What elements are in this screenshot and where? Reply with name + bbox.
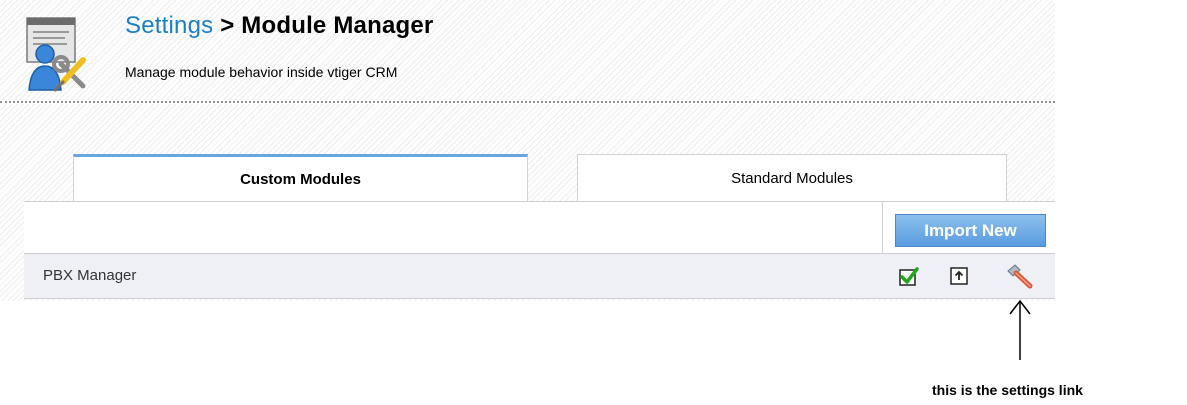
module-name: PBX Manager	[43, 267, 137, 284]
tab-standard-modules[interactable]: Standard Modules	[577, 154, 1007, 201]
toolbar-divider	[882, 202, 883, 255]
settings-tool-icon[interactable]	[1004, 263, 1034, 289]
table-toolbar: Import New	[24, 201, 1055, 255]
breadcrumb-separator: >	[220, 12, 235, 39]
settings-manager-icon	[26, 17, 86, 92]
header-divider	[0, 101, 1055, 103]
tab-custom-modules[interactable]: Custom Modules	[73, 154, 528, 201]
page-subtitle: Manage module behavior inside vtiger CRM	[125, 64, 398, 80]
settings-link-annotation: this is the settings link	[932, 382, 1083, 398]
settings-breadcrumb-link[interactable]: Settings	[125, 12, 213, 39]
modules-table: Import New PBX Manager	[24, 201, 1055, 299]
current-page-title: Module Manager	[241, 12, 434, 39]
check-icon[interactable]	[899, 266, 919, 286]
import-new-button[interactable]: Import New	[895, 214, 1046, 247]
upload-icon[interactable]	[950, 267, 968, 285]
page-header: Settings > Module Manager Manage module …	[0, 0, 1055, 100]
page-title: Settings > Module Manager	[125, 12, 433, 40]
annotation-arrow-icon	[1009, 299, 1031, 360]
table-row: PBX Manager	[24, 254, 1055, 299]
